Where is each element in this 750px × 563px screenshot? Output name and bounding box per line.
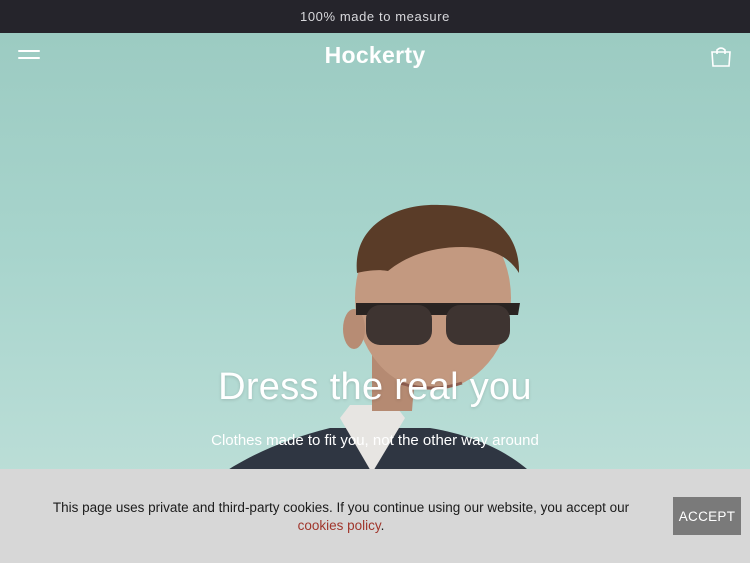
accept-button[interactable]: ACCEPT: [673, 497, 741, 535]
announcement-text: 100% made to measure: [299, 9, 451, 24]
cookies-policy-link[interactable]: cookies policy: [298, 518, 381, 533]
shopping-bag-icon: [711, 47, 731, 67]
hero-title: Dress the real you: [218, 366, 532, 408]
site-header: Hockerty: [0, 33, 750, 79]
announcement-bar: 100% made to measure: [0, 0, 750, 33]
cookie-text: This page uses private and third-party c…: [52, 500, 630, 515]
hero-subtitle: Clothes made to fit you, not the other w…: [211, 432, 539, 449]
cookie-banner: This page uses private and third-party c…: [0, 469, 750, 563]
cookie-message: This page uses private and third-party c…: [40, 499, 642, 535]
site-logo[interactable]: Hockerty: [0, 42, 750, 69]
cookie-trailing: .: [380, 518, 385, 533]
cart-button[interactable]: [709, 45, 733, 69]
